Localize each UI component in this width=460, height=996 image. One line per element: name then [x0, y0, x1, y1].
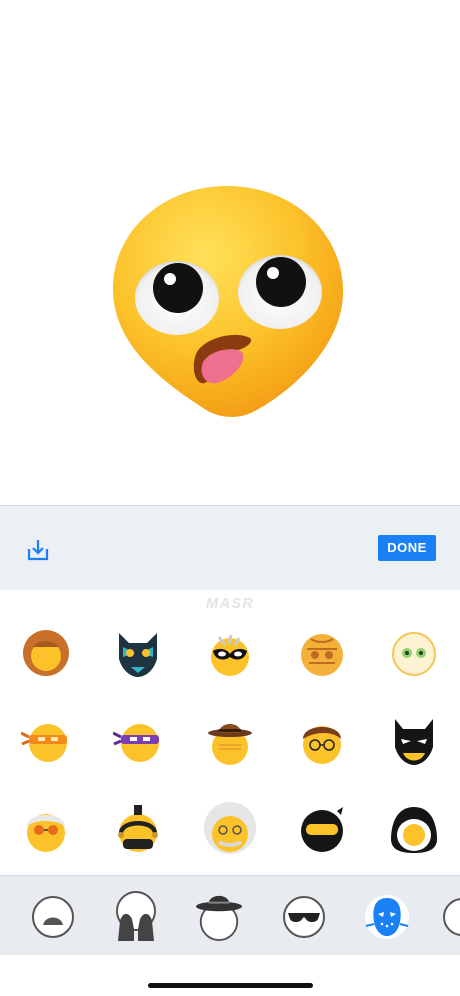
emoji-option-mohawk-helmet-face[interactable] — [92, 786, 184, 874]
lion-mane-face — [23, 630, 69, 676]
emoji-grid — [0, 610, 460, 874]
category-bar — [0, 875, 460, 955]
mohawk-helmet-face — [118, 805, 158, 852]
hands-icon — [116, 891, 156, 941]
emoji-preview — [0, 0, 460, 505]
home-indicator-area — [0, 955, 460, 996]
harry-potter-face — [303, 726, 341, 764]
emoji-option-harry-potter-face[interactable] — [276, 698, 368, 786]
emoji-option-einstein-hair-face[interactable] — [184, 786, 276, 874]
emoji-editor-screen: DONE MASR — [0, 0, 460, 996]
fedora-hat-face — [208, 724, 252, 765]
category-sombrero[interactable] — [195, 890, 243, 944]
batman-mask-face — [395, 719, 433, 765]
more-icon — [443, 898, 460, 936]
done-button[interactable]: DONE — [378, 535, 436, 561]
tiki-mask-face — [301, 634, 343, 676]
download-button[interactable] — [24, 536, 52, 564]
masquerade-mask-face — [211, 634, 249, 676]
black-ninja-face — [301, 807, 343, 852]
emoji-option-pale-green-eyes-face[interactable] — [368, 610, 460, 698]
orange-bandana-ninja-face — [21, 724, 67, 762]
emoji-option-tiki-mask-face[interactable] — [276, 610, 368, 698]
emoji-option-white-hair-sunglasses-face[interactable] — [0, 786, 92, 874]
home-indicator[interactable] — [148, 983, 313, 988]
purple-bandana-ninja-face — [113, 724, 159, 762]
download-icon — [27, 540, 49, 561]
editor-toolbar: DONE — [0, 505, 460, 590]
face-outline-icon — [32, 896, 74, 938]
white-hair-sunglasses-face — [27, 814, 65, 852]
selected-emoji-face — [112, 186, 344, 417]
penguin-face — [391, 807, 437, 853]
category-hockey-mask[interactable] — [363, 890, 411, 944]
hockey-mask-icon — [365, 895, 409, 939]
emoji-option-fedora-hat-face[interactable] — [184, 698, 276, 786]
pale-green-eyes-face — [392, 632, 436, 676]
emoji-option-orange-bandana-ninja-face[interactable] — [0, 698, 92, 786]
emoji-option-penguin-face[interactable] — [368, 786, 460, 874]
sunglasses-icon — [283, 896, 325, 938]
emoji-option-blue-tribal-mask-face[interactable] — [92, 610, 184, 698]
einstein-hair-face — [204, 802, 256, 854]
category-hands[interactable] — [112, 890, 160, 944]
blue-tribal-mask-face — [119, 633, 157, 677]
emoji-option-batman-mask-face[interactable] — [368, 698, 460, 786]
emoji-grid-area: MASR — [0, 590, 460, 875]
category-sunglasses[interactable] — [280, 890, 328, 944]
emoji-option-masquerade-mask-face[interactable] — [184, 610, 276, 698]
category-more[interactable] — [440, 890, 460, 944]
sombrero-icon — [195, 895, 243, 942]
emoji-option-lion-mane-face[interactable] — [0, 610, 92, 698]
category-face-outline[interactable] — [29, 890, 77, 944]
emoji-option-black-ninja-face[interactable] — [276, 786, 368, 874]
emoji-option-purple-bandana-ninja-face[interactable] — [92, 698, 184, 786]
